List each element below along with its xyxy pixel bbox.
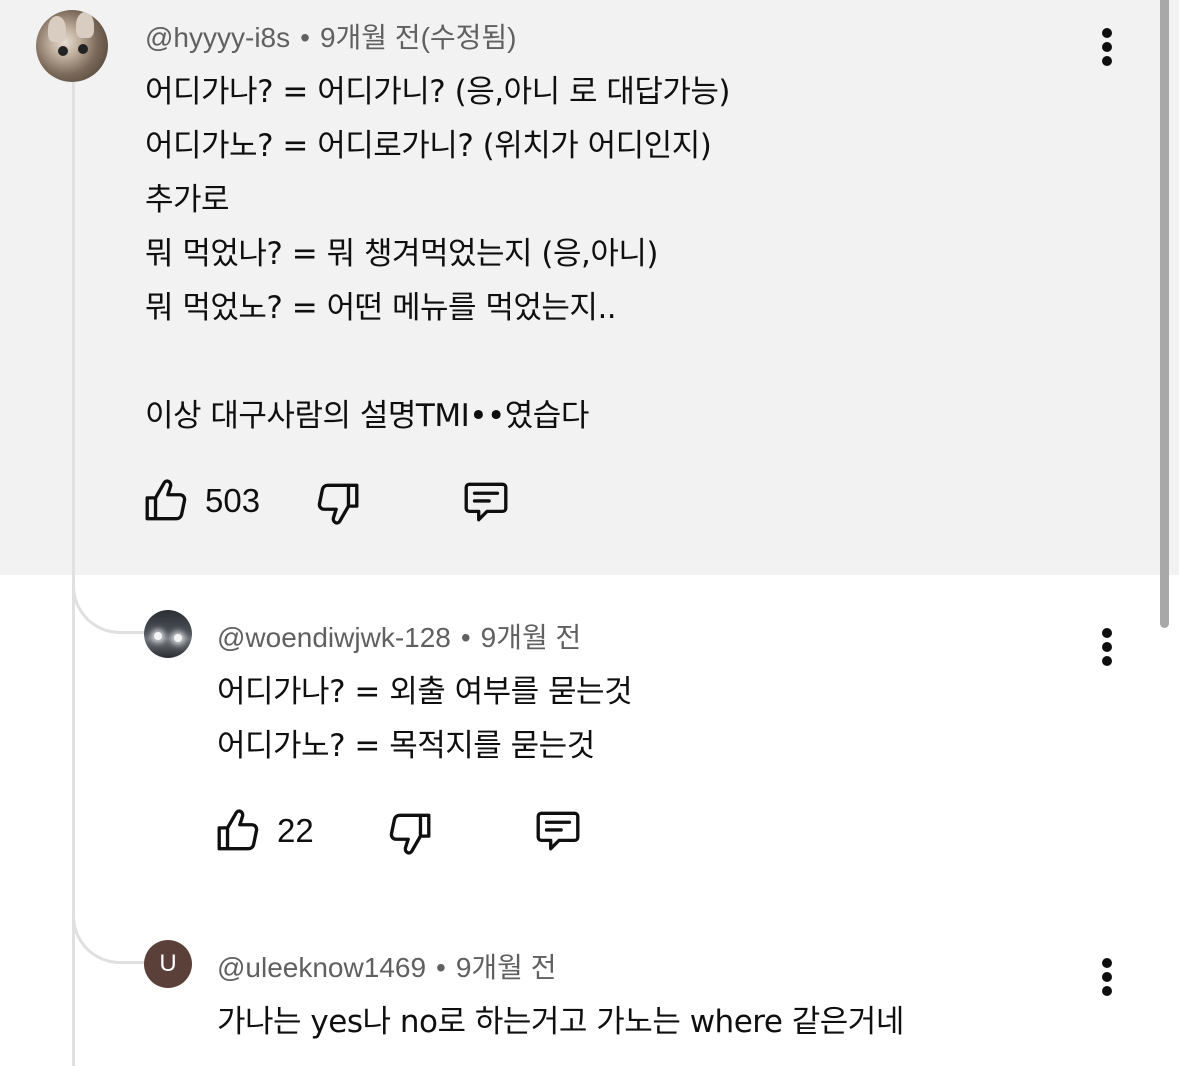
thumbs-down-icon[interactable] (384, 808, 434, 858)
avatar[interactable] (144, 610, 192, 658)
comment-text-line: 가나는 yes나 no로 하는거고 가노는 where 같은거네 (217, 1004, 904, 1040)
thumbs-down-icon[interactable] (312, 478, 362, 528)
comment-meta: @woendiwjwk-128 • 9개월 전 (217, 616, 581, 656)
more-vertical-icon[interactable] (1087, 622, 1127, 672)
comment-text-line: 어디가나? = 어디가니? (응,아니 로 대답가능) (145, 74, 731, 110)
author-name[interactable]: @woendiwjwk-128 (217, 622, 451, 653)
avatar-letter: U (159, 950, 177, 977)
comment-meta: @uleeknow1469 • 9개월 전 (217, 946, 556, 986)
reply-connector (72, 914, 150, 964)
separator-dot: • (460, 622, 471, 653)
comment-text-line: 뭐 먹었나? = 뭐 챙겨먹었는지 (응,아니) (145, 236, 659, 272)
timestamp[interactable]: 9개월 전(수정됨) (320, 22, 517, 53)
comment-text-line: 어디가노? = 목적지를 묻는것 (217, 728, 595, 764)
comment-text-line: 어디가노? = 어디로가니? (위치가 어디인지) (145, 128, 712, 164)
author-name[interactable]: @hyyyy-i8s (145, 22, 290, 53)
reply-connector (72, 584, 150, 634)
thumbs-up-icon[interactable] (214, 806, 264, 856)
like-count: 22 (277, 812, 314, 849)
scrollbar[interactable] (1160, 0, 1169, 628)
comment-text-line: 뭐 먹었노? = 어떤 메뉴를 먹었는지.. (145, 290, 617, 326)
comment-reply-icon[interactable] (531, 806, 585, 856)
separator-dot: • (436, 952, 446, 983)
comment-text-line: 추가로 (145, 182, 230, 218)
more-vertical-icon[interactable] (1087, 22, 1127, 72)
author-name[interactable]: @uleeknow1469 (217, 952, 426, 983)
comment-text-line: 어디가나? = 외출 여부를 묻는것 (217, 674, 633, 710)
timestamp[interactable]: 9개월 전 (481, 622, 582, 653)
comments-page: @hyyyy-i8s • 9개월 전(수정됨) 어디가나? = 어디가니? (응,아… (0, 0, 1179, 1066)
like-count: 503 (205, 482, 261, 519)
avatar[interactable] (36, 10, 108, 82)
more-vertical-icon[interactable] (1087, 952, 1127, 1002)
comment-text-line: 이상 대구사람의 설명TMI••였습다 (145, 398, 589, 434)
comment-reply-icon[interactable] (459, 477, 513, 527)
separator-dot: • (300, 22, 310, 53)
thumbs-up-icon[interactable] (142, 476, 192, 526)
comment-meta: @hyyyy-i8s • 9개월 전(수정됨) (145, 16, 517, 56)
timestamp[interactable]: 9개월 전 (456, 952, 557, 983)
avatar[interactable]: U (144, 940, 192, 988)
